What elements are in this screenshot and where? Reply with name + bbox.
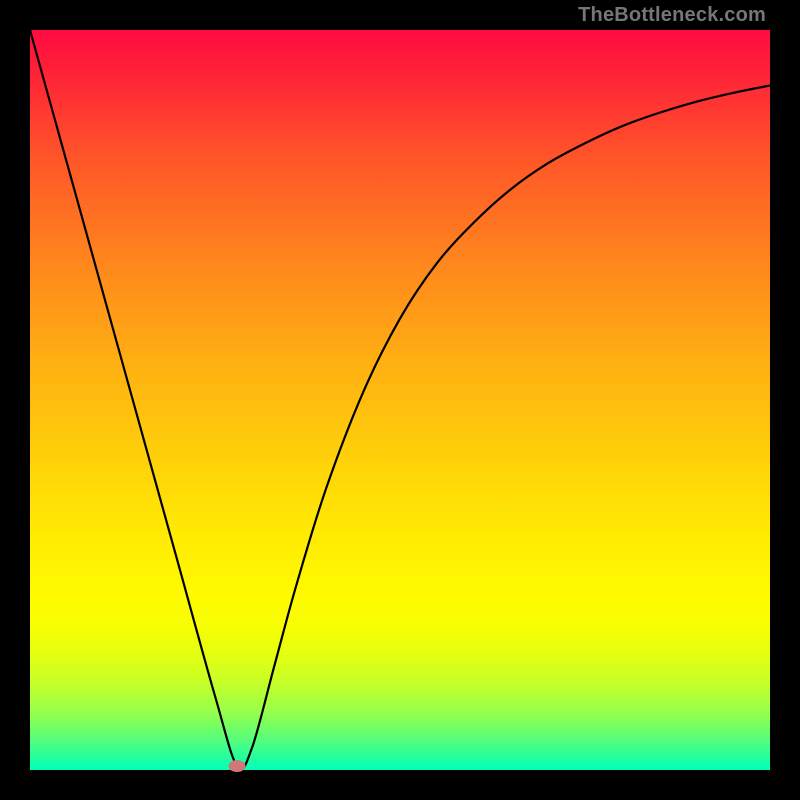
curve-svg (30, 30, 770, 770)
plot-area (30, 30, 770, 770)
chart-frame: TheBottleneck.com (0, 0, 800, 800)
min-point-marker (229, 760, 246, 772)
watermark-text: TheBottleneck.com (578, 4, 766, 27)
bottleneck-curve (30, 30, 770, 769)
